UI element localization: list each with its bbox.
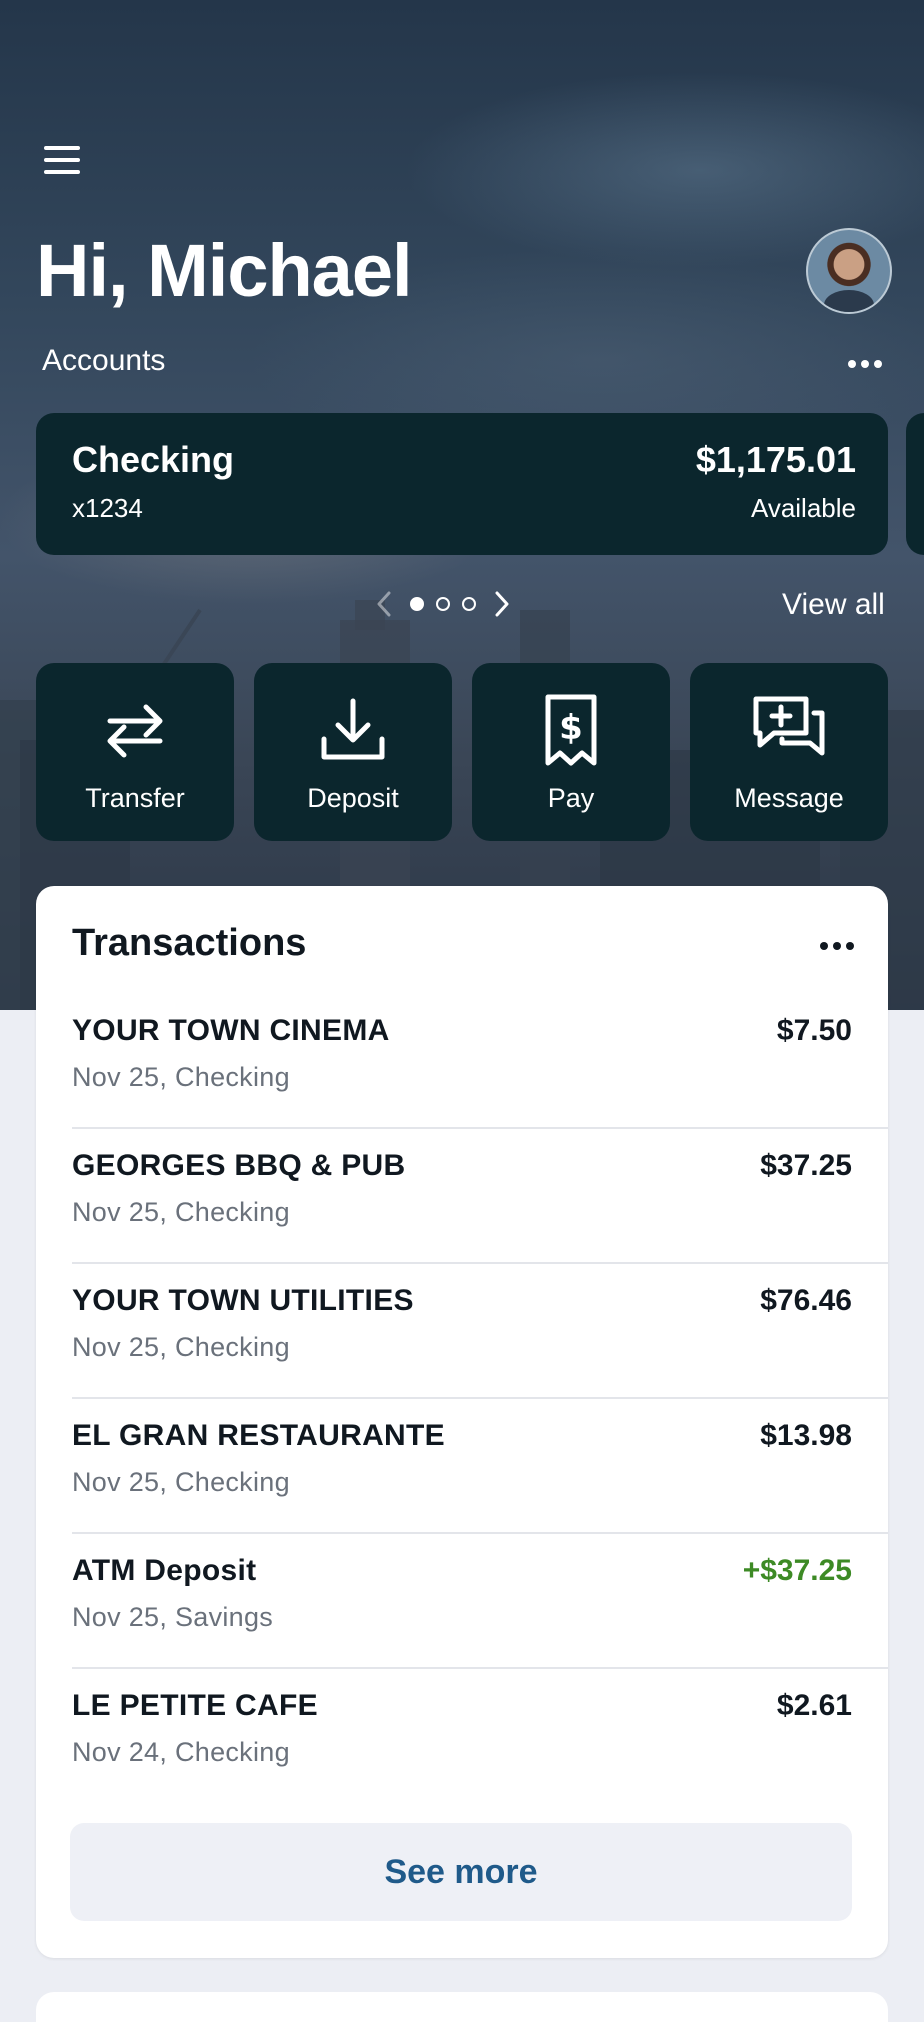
chevron-left-icon[interactable] [364,584,404,624]
transaction-amount: $37.25 [760,1149,852,1182]
transaction-detail: Nov 25, Checking [72,1332,290,1362]
message-label: Message [734,783,844,813]
transaction-detail: Nov 24, Checking [72,1737,290,1767]
transaction-row[interactable]: YOUR TOWN CINEMA Nov 25, Checking $7.50 [72,994,888,1129]
account-balance-label: Available [750,493,856,523]
message-button[interactable]: Message [690,663,888,841]
transaction-row[interactable]: ATM Deposit Nov 25, Savings +$37.25 [72,1534,888,1669]
accounts-label: Accounts [42,344,166,377]
see-more-button[interactable]: See more [70,1823,852,1921]
bill-pay-icon: $ [472,693,670,767]
pager-dot-2[interactable] [436,597,450,611]
svg-text:$: $ [559,708,583,748]
transaction-amount: +$37.25 [742,1554,852,1587]
transaction-name: YOUR TOWN CINEMA [72,1014,390,1047]
transaction-detail: Nov 25, Checking [72,1197,290,1227]
profile-avatar[interactable] [806,228,892,314]
deposit-label: Deposit [307,783,399,813]
account-pager [364,584,522,624]
deposit-icon [254,693,452,767]
transfer-label: Transfer [85,783,185,813]
transactions-card: Transactions YOUR TOWN CINEMA Nov 25, Ch… [36,886,888,1958]
pager-dot-3[interactable] [462,597,476,611]
transaction-row[interactable]: LE PETITE CAFE Nov 24, Checking $2.61 [72,1669,888,1802]
account-number: x1234 [72,493,143,523]
message-icon [690,693,888,767]
transaction-amount: $2.61 [776,1689,852,1722]
transaction-amount: $76.46 [760,1284,852,1317]
transfer-icon [36,693,234,767]
transactions-list: YOUR TOWN CINEMA Nov 25, Checking $7.50 … [72,994,888,1802]
transactions-more-icon[interactable] [820,936,854,956]
transaction-name: GEORGES BBQ & PUB [72,1149,406,1182]
transaction-detail: Nov 25, Checking [72,1467,290,1497]
transaction-name: ATM Deposit [72,1554,257,1587]
transaction-detail: Nov 25, Savings [72,1602,274,1632]
menu-button[interactable] [38,140,86,180]
next-account-card[interactable] [906,413,924,555]
account-name: Checking [72,439,235,480]
transaction-row[interactable]: YOUR TOWN UTILITIES Nov 25, Checking $76… [72,1264,888,1399]
transaction-name: YOUR TOWN UTILITIES [72,1284,414,1317]
chevron-right-icon[interactable] [482,584,522,624]
greeting-title: Hi, Michael [36,229,413,312]
transaction-name: LE PETITE CAFE [72,1689,318,1722]
transaction-amount: $7.50 [776,1014,852,1047]
transaction-detail: Nov 25, Checking [72,1062,290,1092]
pay-label: Pay [547,783,595,813]
transfer-button[interactable]: Transfer [36,663,234,841]
pager-dot-1[interactable] [410,597,424,611]
pay-button[interactable]: $ Pay [472,663,670,841]
transaction-row[interactable]: GEORGES BBQ & PUB Nov 25, Checking $37.2… [72,1129,888,1264]
transaction-name: EL GRAN RESTAURANTE [72,1419,445,1452]
transaction-amount: $13.98 [760,1419,852,1452]
accounts-more-icon[interactable] [848,354,882,374]
next-section-card [36,1992,888,2022]
transactions-title: Transactions [72,922,307,964]
account-balance: $1,175.01 [695,439,856,480]
deposit-button[interactable]: Deposit [254,663,452,841]
account-card-checking[interactable]: Checking x1234 $1,175.01 Available [36,413,888,555]
transaction-row[interactable]: EL GRAN RESTAURANTE Nov 25, Checking $13… [72,1399,888,1534]
view-all-link[interactable]: View all [782,588,885,622]
